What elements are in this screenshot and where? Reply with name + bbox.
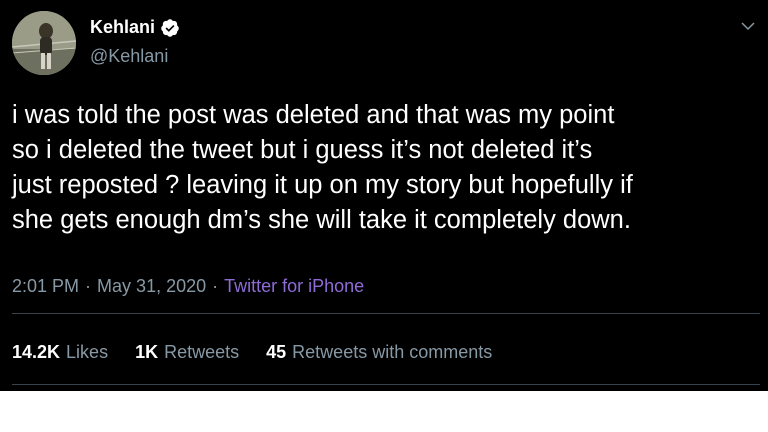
likes-count: 14.2K	[12, 342, 61, 362]
likes-stat[interactable]: 14.2K Likes	[12, 342, 108, 363]
profile-photo	[12, 11, 76, 75]
author-handle[interactable]: @Kehlani	[90, 46, 168, 67]
author-name-row[interactable]: Kehlani	[90, 17, 180, 38]
likes-label: Likes	[66, 342, 109, 362]
tweet-card: Kehlani @Kehlani i was told the post was…	[0, 0, 768, 391]
quote-tweets-label: Retweets with comments	[292, 342, 493, 362]
quote-tweets-stat[interactable]: 45 Retweets with comments	[266, 342, 492, 363]
avatar[interactable]	[12, 11, 76, 75]
tweet-time[interactable]: 2:01 PM	[12, 276, 79, 297]
tweet-source-link[interactable]: Twitter for iPhone	[224, 276, 364, 297]
tweet-date[interactable]: May 31, 2020	[97, 276, 206, 297]
divider	[12, 313, 760, 314]
tweet-meta: 2:01 PM · May 31, 2020 · Twitter for iPh…	[12, 276, 364, 297]
meta-separator: ·	[85, 276, 92, 296]
chevron-down-icon[interactable]	[740, 18, 756, 34]
tweet-stats: 14.2K Likes 1K Retweets 45 Retweets with…	[12, 342, 492, 363]
tweet-text: i was told the post was deleted and that…	[12, 101, 633, 234]
meta-separator: ·	[212, 276, 219, 296]
retweets-count: 1K	[135, 342, 159, 362]
verified-badge-icon	[161, 18, 179, 37]
retweets-label: Retweets	[164, 342, 240, 362]
retweets-stat[interactable]: 1K Retweets	[135, 342, 239, 363]
quote-tweets-count: 45	[266, 342, 287, 362]
display-name[interactable]: Kehlani	[90, 17, 155, 38]
divider	[12, 384, 760, 385]
